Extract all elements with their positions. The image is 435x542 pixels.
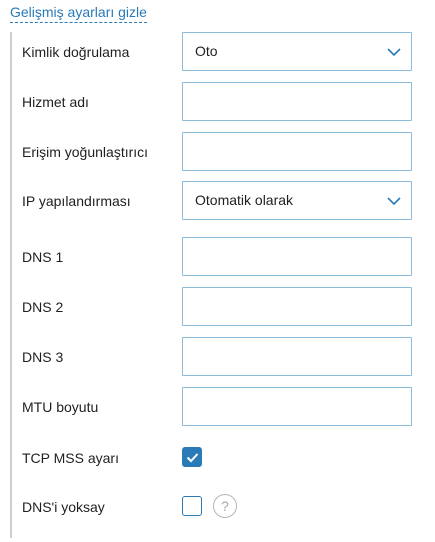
advanced-settings-panel: Kimlik doğrulama Oto Hizmet adı Erişim y… xyxy=(10,32,422,538)
dns2-label: DNS 2 xyxy=(22,299,64,315)
chevron-down-icon xyxy=(387,197,401,206)
mtu-row: MTU boyutu xyxy=(12,387,422,427)
service-name-input[interactable] xyxy=(182,82,412,121)
mtu-input[interactable] xyxy=(182,387,412,426)
dns1-row: DNS 1 xyxy=(12,237,422,277)
chevron-down-icon xyxy=(387,48,401,57)
service-name-row: Hizmet adı xyxy=(12,82,422,122)
access-concentrator-row: Erişim yoğunlaştırıcı xyxy=(12,132,422,172)
hide-advanced-settings-link[interactable]: Gelişmiş ayarları gizle xyxy=(10,4,147,23)
auth-select-value: Oto xyxy=(195,43,218,59)
tcp-mss-label: TCP MSS ayarı xyxy=(22,450,119,466)
ignore-dns-row: DNS'i yoksay ? xyxy=(12,487,422,527)
ignore-dns-checkbox[interactable] xyxy=(182,496,202,516)
auth-label: Kimlik doğrulama xyxy=(22,44,130,60)
dns2-row: DNS 2 xyxy=(12,287,422,327)
ip-config-select[interactable]: Otomatik olarak xyxy=(182,181,412,220)
dns1-label: DNS 1 xyxy=(22,249,64,265)
access-concentrator-input[interactable] xyxy=(182,132,412,171)
ip-config-label: IP yapılandırması xyxy=(22,193,131,209)
service-name-label: Hizmet adı xyxy=(22,94,89,110)
dns3-row: DNS 3 xyxy=(12,337,422,377)
tcp-mss-row: TCP MSS ayarı xyxy=(12,438,422,478)
check-icon xyxy=(186,453,199,463)
dns2-input[interactable] xyxy=(182,287,412,326)
auth-row: Kimlik doğrulama Oto xyxy=(12,32,422,72)
mtu-label: MTU boyutu xyxy=(22,399,99,415)
tcp-mss-checkbox[interactable] xyxy=(182,447,202,467)
question-circle-icon[interactable]: ? xyxy=(213,494,237,518)
dns1-input[interactable] xyxy=(182,237,412,276)
ip-config-select-value: Otomatik olarak xyxy=(195,192,294,208)
ip-config-row: IP yapılandırması Otomatik olarak xyxy=(12,181,422,221)
dns3-label: DNS 3 xyxy=(22,349,64,365)
ignore-dns-label: DNS'i yoksay xyxy=(22,499,105,515)
access-concentrator-label: Erişim yoğunlaştırıcı xyxy=(22,144,149,160)
dns3-input[interactable] xyxy=(182,337,412,376)
auth-select[interactable]: Oto xyxy=(182,32,412,71)
